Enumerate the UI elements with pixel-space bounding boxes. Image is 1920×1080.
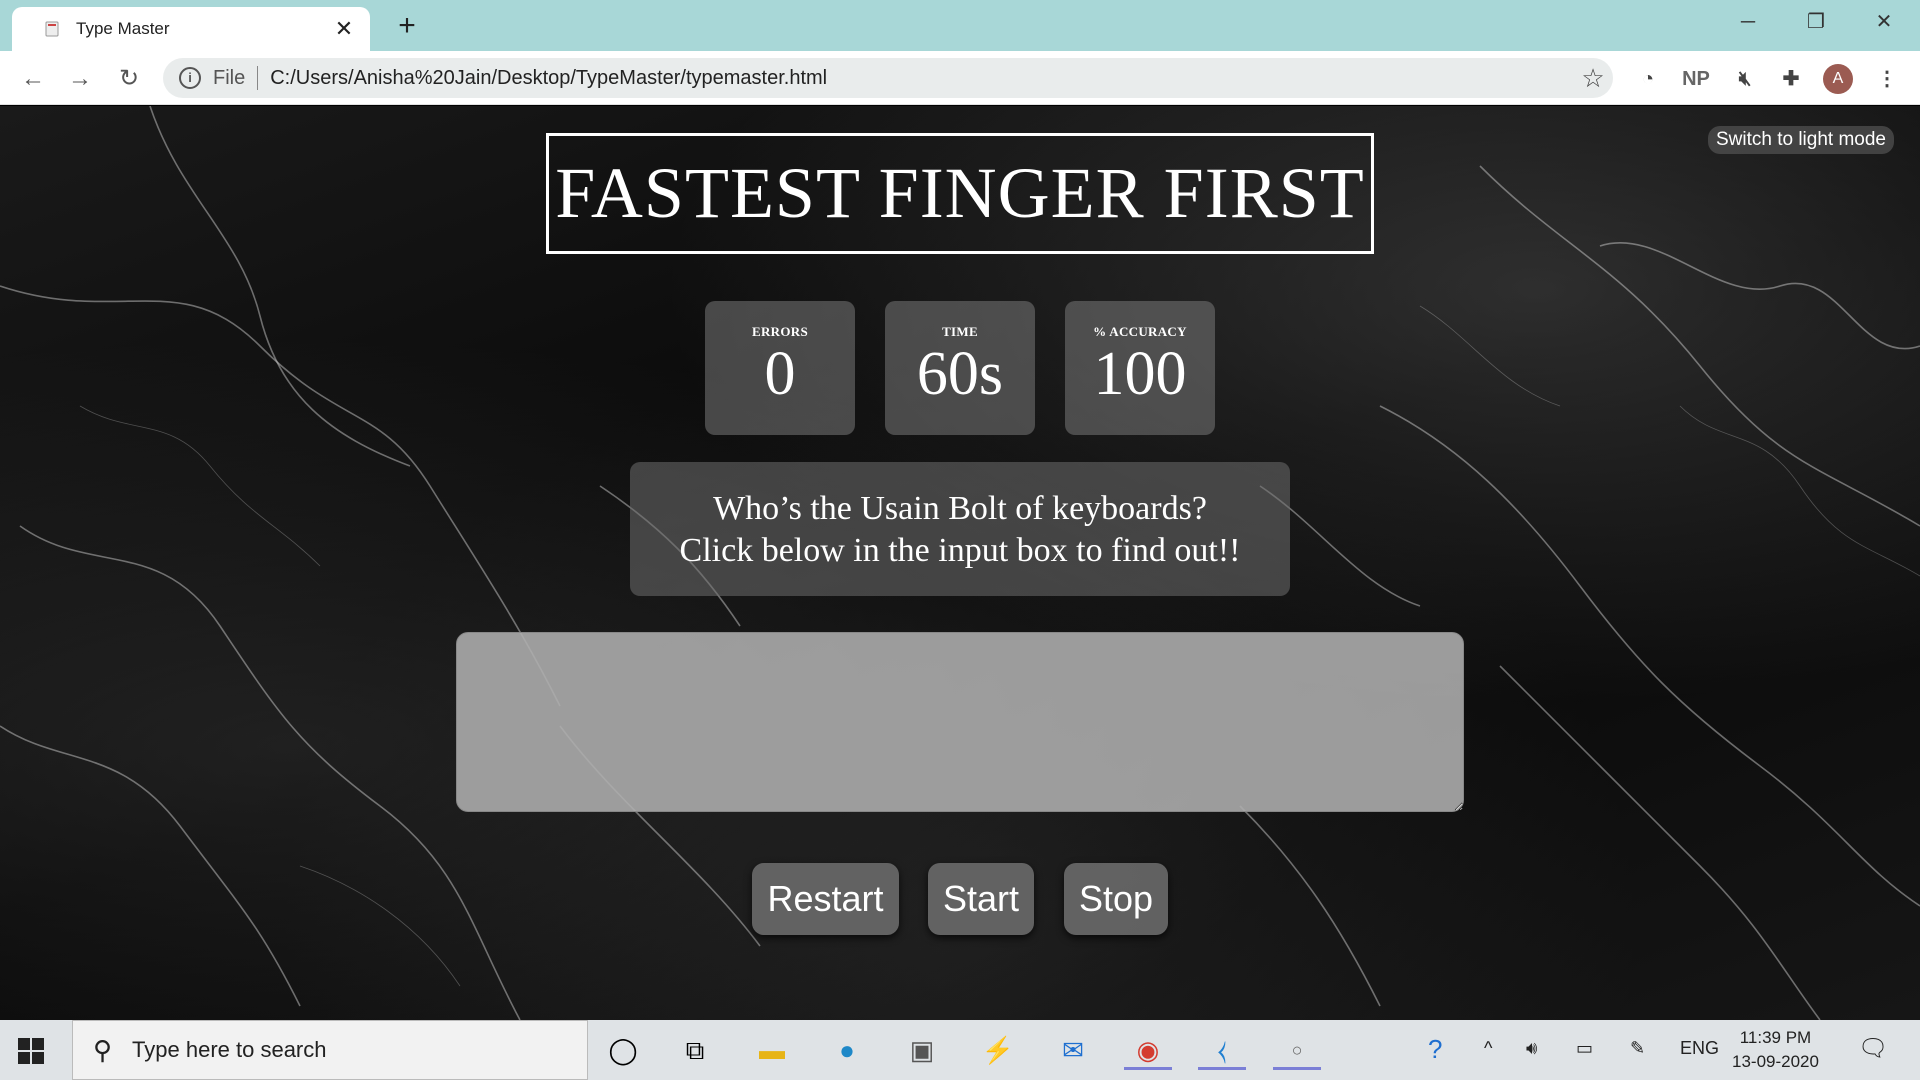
help-icon[interactable]: ?	[1428, 1034, 1442, 1065]
browser-tab[interactable]: Type Master ✕	[12, 7, 370, 51]
windows-start-icon[interactable]	[18, 1038, 44, 1064]
tab-title: Type Master	[76, 19, 170, 38]
tab-close-icon[interactable]: ✕	[332, 16, 356, 42]
start-button[interactable]: Start	[928, 863, 1034, 935]
search-icon: ⚲	[93, 1034, 113, 1065]
scheme-label: File	[213, 66, 246, 89]
page-favicon-icon	[45, 21, 59, 37]
time-value: 60s	[916, 340, 1004, 408]
back-icon[interactable]: ←	[16, 62, 50, 96]
language-indicator[interactable]: ENG	[1680, 1038, 1719, 1059]
accuracy-card: % ACCURACY 100	[1065, 301, 1215, 435]
task-view-icon[interactable]: ⧉	[671, 1030, 719, 1070]
vscode-icon[interactable]: ⧼	[1198, 1030, 1246, 1070]
pen-icon[interactable]: ✎	[1630, 1038, 1645, 1059]
errors-label: ERRORS	[752, 324, 808, 339]
errors-card: ERRORS 0	[705, 301, 855, 435]
chevron-up-icon[interactable]: ^	[1484, 1038, 1492, 1059]
bookmark-star-icon[interactable]: ☆	[1573, 63, 1613, 94]
close-window-icon[interactable]: ✕	[1854, 6, 1914, 38]
mail-icon[interactable]: ✉	[1049, 1030, 1097, 1070]
menu-kebab-icon[interactable]: ⋮	[1872, 64, 1902, 94]
restore-icon[interactable]: ❐	[1786, 6, 1846, 38]
taskbar-search[interactable]: ⚲ Type here to search	[72, 1020, 588, 1080]
new-tab-button[interactable]: +	[390, 9, 424, 43]
np-extension-icon[interactable]: NP	[1676, 64, 1716, 94]
minimize-icon[interactable]: ─	[1718, 6, 1778, 38]
mute-icon[interactable]: 🔇︎	[1728, 64, 1762, 94]
edge-icon[interactable]: ●	[823, 1030, 871, 1070]
errors-value: 0	[764, 340, 796, 408]
chrome-icon[interactable]: ◉	[1124, 1030, 1172, 1070]
info-icon[interactable]: i	[179, 67, 201, 89]
page-title-box: FASTEST FINGER FIRST	[546, 133, 1374, 254]
address-bar[interactable]: i File C:/Users/Anisha%20Jain/Desktop/Ty…	[163, 58, 1613, 98]
typemaster-page: Switch to light mode FASTEST FINGER FIRS…	[0, 106, 1920, 1020]
taskbar-clock[interactable]: 11:39 PM 13-09-2020	[1732, 1026, 1819, 1074]
file-explorer-icon[interactable]: ▬	[748, 1030, 796, 1070]
time-card: TIME 60s	[885, 301, 1035, 435]
notifications-icon[interactable]: 🗨︎	[1858, 1034, 1888, 1063]
forward-icon[interactable]: →	[63, 62, 97, 96]
windows-taskbar: ⚲ Type here to search ◯ ⧉ ▬ ● ▣ ⚡ ✉ ◉ ⧼ …	[0, 1020, 1920, 1080]
restart-button[interactable]: Restart	[752, 863, 899, 935]
quote-line-1: Who’s the Usain Bolt of keyboards?	[713, 490, 1207, 527]
typing-input[interactable]	[456, 632, 1464, 812]
reload-icon[interactable]: ↻	[112, 62, 146, 96]
browser-tab-bar: Type Master ✕ + ─ ❐ ✕	[0, 0, 1920, 51]
profile-avatar[interactable]: A	[1823, 64, 1853, 94]
cortana-icon[interactable]: ◯	[599, 1030, 647, 1070]
accuracy-label: % ACCURACY	[1093, 324, 1187, 339]
address-divider	[257, 66, 259, 90]
accuracy-value: 100	[1093, 340, 1187, 408]
stop-button[interactable]: Stop	[1064, 863, 1168, 935]
quote-box: Who’s the Usain Bolt of keyboards? Click…	[630, 462, 1290, 596]
clock-date: 13-09-2020	[1732, 1052, 1819, 1071]
clock-time: 11:39 PM	[1739, 1028, 1812, 1047]
speed-icon[interactable]: ◔	[1632, 64, 1664, 94]
puzzle-icon[interactable]: ✚	[1774, 64, 1808, 94]
page-title: FASTEST FINGER FIRST	[555, 153, 1365, 233]
battery-icon[interactable]: ▭	[1576, 1038, 1593, 1059]
time-label: TIME	[942, 324, 978, 339]
sticky-app-icon[interactable]: ⚡	[974, 1030, 1022, 1070]
app-circle-icon[interactable]: ○	[1273, 1030, 1321, 1070]
quote-line-2: Click below in the input box to find out…	[679, 532, 1241, 569]
volume-icon[interactable]: 🔊︎	[1526, 1038, 1537, 1059]
url-text[interactable]: C:/Users/Anisha%20Jain/Desktop/TypeMaste…	[270, 67, 1573, 90]
light-mode-toggle[interactable]: Switch to light mode	[1707, 126, 1894, 154]
browser-toolbar: ← → ↻ i File C:/Users/Anisha%20Jain/Desk…	[0, 51, 1920, 105]
search-placeholder: Type here to search	[132, 1037, 327, 1062]
store-icon[interactable]: ▣	[898, 1030, 946, 1070]
